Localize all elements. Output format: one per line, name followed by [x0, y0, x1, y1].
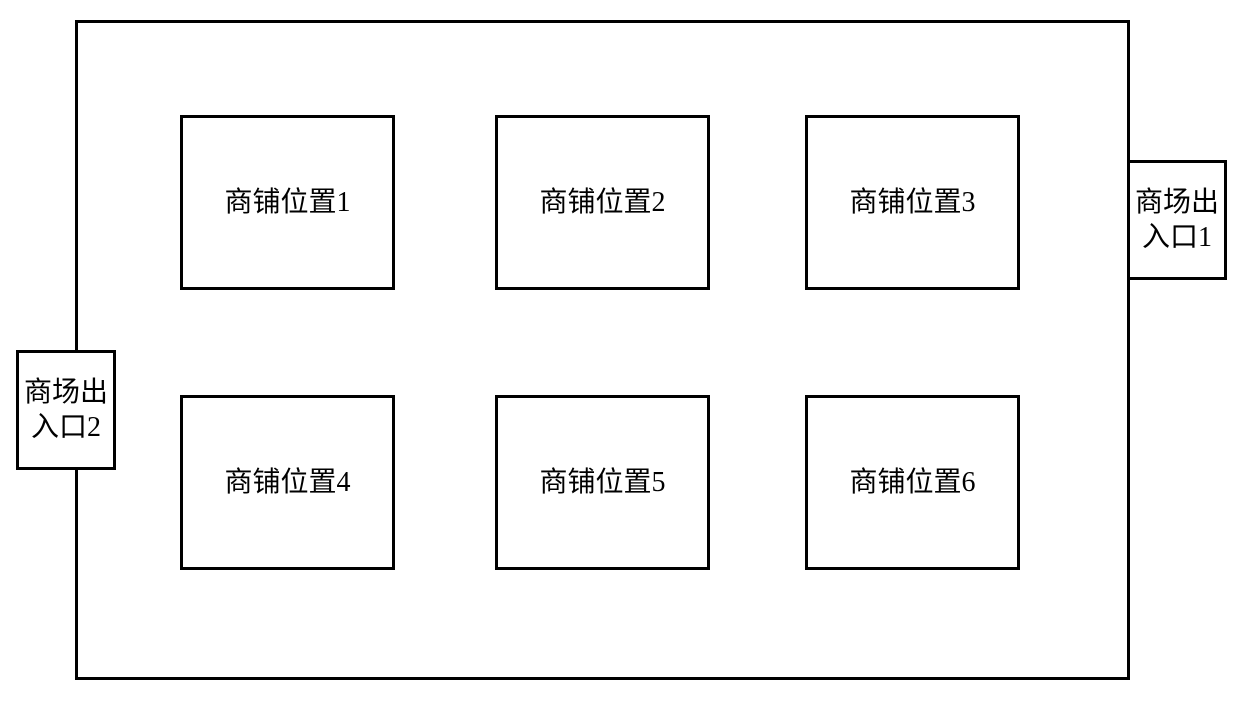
shop-label-6: 商铺位置6 — [849, 466, 975, 500]
shop-label-3: 商铺位置3 — [849, 186, 975, 220]
entrance-box-1: 商场出入口1 — [1127, 160, 1227, 280]
shop-label-2: 商铺位置2 — [539, 186, 665, 220]
shop-box-4: 商铺位置4 — [180, 395, 395, 570]
diagram-canvas: 商铺位置1 商铺位置2 商铺位置3 商铺位置4 商铺位置5 商铺位置6 商场出入… — [0, 0, 1240, 706]
shop-box-2: 商铺位置2 — [495, 115, 710, 290]
shop-label-1: 商铺位置1 — [224, 186, 350, 220]
shop-label-5: 商铺位置5 — [539, 466, 665, 500]
shop-box-1: 商铺位置1 — [180, 115, 395, 290]
shop-box-3: 商铺位置3 — [805, 115, 1020, 290]
shop-label-4: 商铺位置4 — [224, 466, 350, 500]
shop-box-5: 商铺位置5 — [495, 395, 710, 570]
shop-box-6: 商铺位置6 — [805, 395, 1020, 570]
entrance-label-1: 商场出入口1 — [1134, 185, 1220, 255]
entrance-label-2: 商场出入口2 — [23, 375, 109, 445]
entrance-box-2: 商场出入口2 — [16, 350, 116, 470]
